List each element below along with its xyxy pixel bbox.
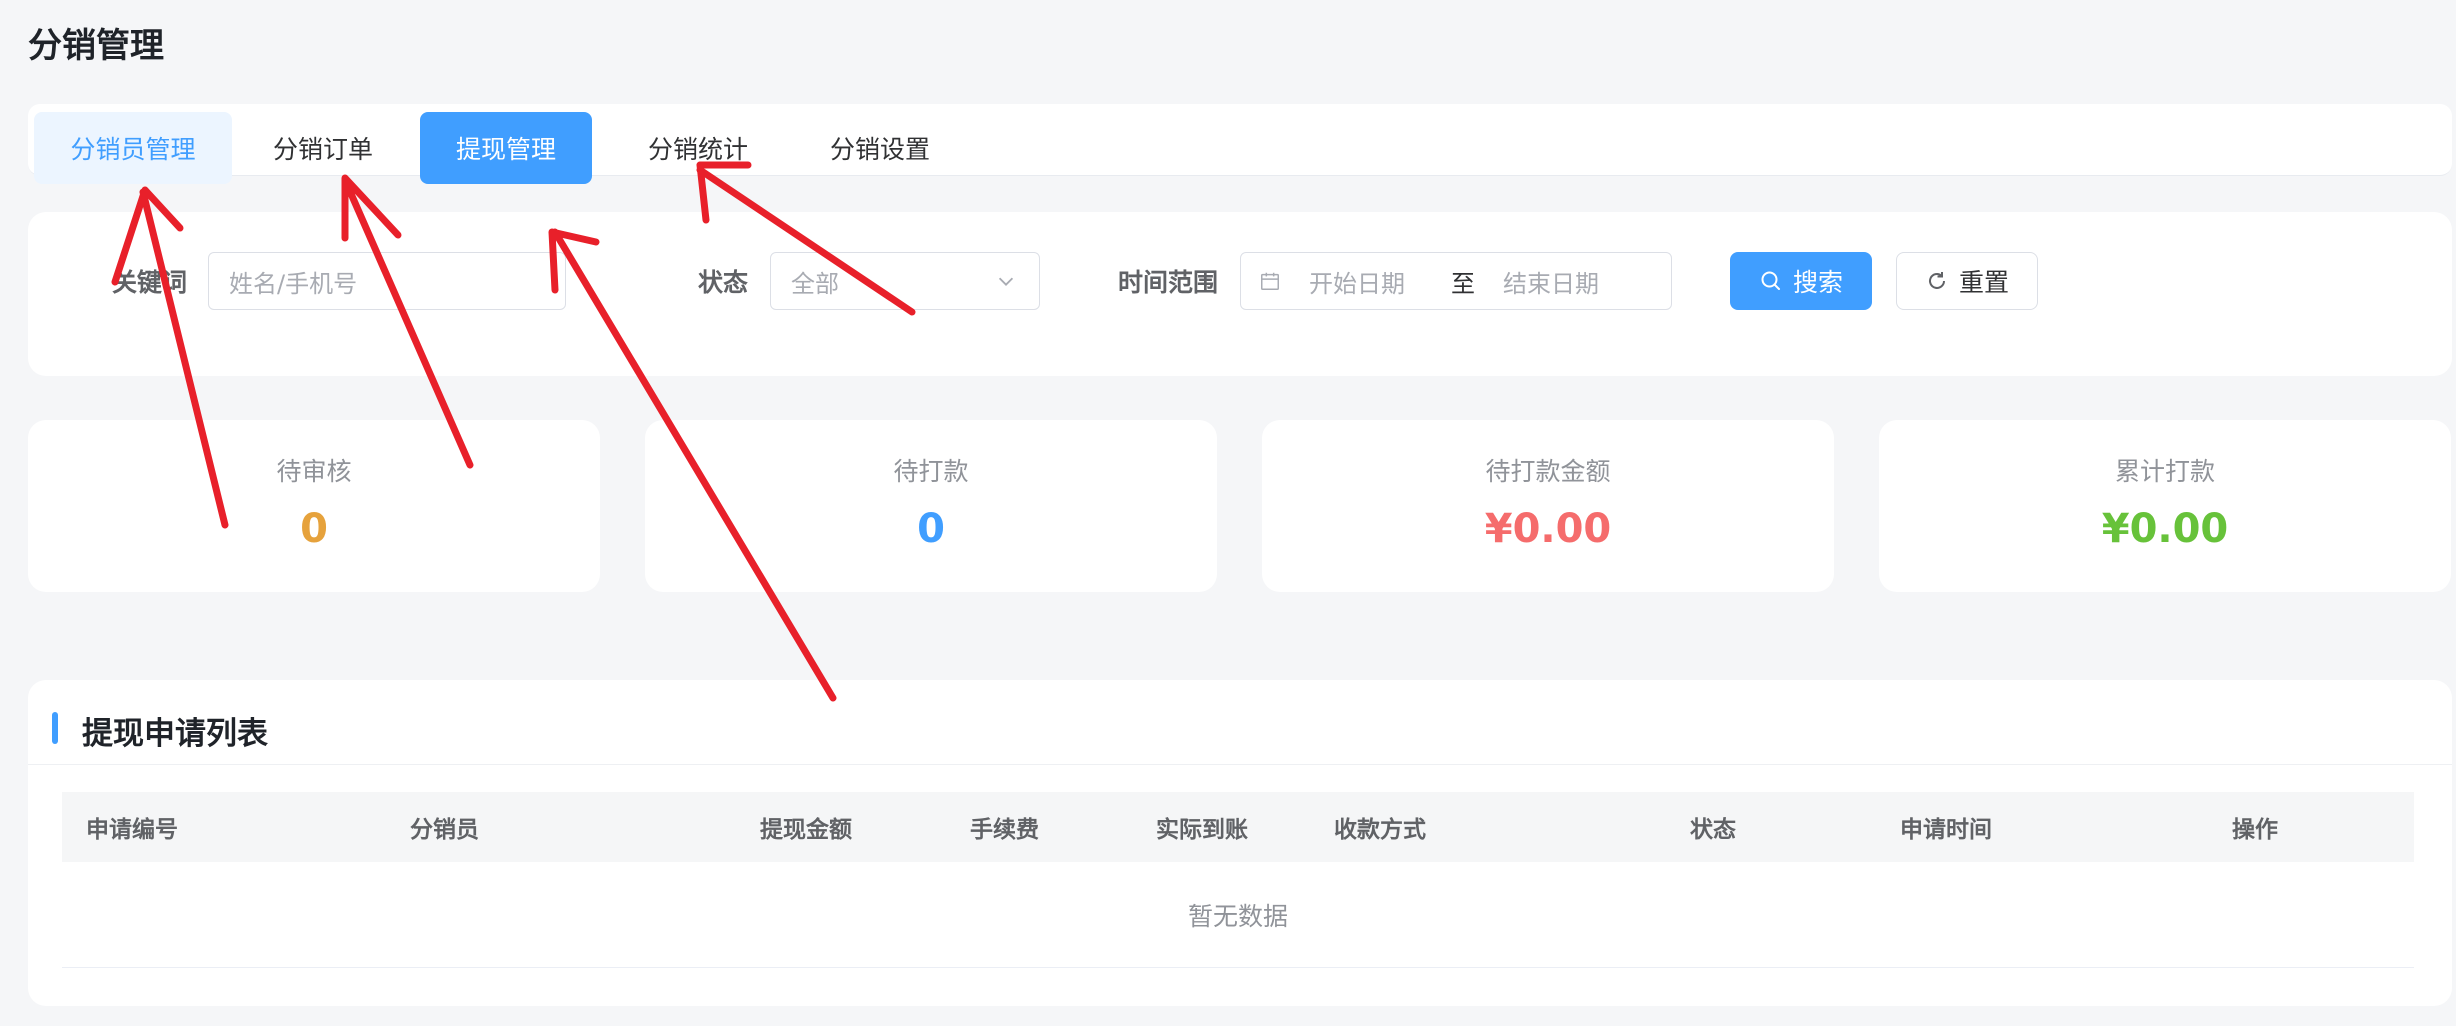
stat-card-pending-payment: 待打款 0 (645, 420, 1217, 592)
search-button-label: 搜索 (1792, 268, 1843, 297)
column-header-payment-method: 收款方式 (1334, 817, 1426, 843)
search-icon (1761, 271, 1780, 290)
stat-value: 0 (300, 506, 328, 552)
search-button[interactable]: 搜索 (1730, 252, 1872, 310)
empty-state: 暂无数据 (62, 862, 2414, 968)
reset-button[interactable]: 重置 (1896, 252, 2038, 310)
withdrawal-list-panel: 提现申请列表 申请编号 分销员 提现金额 手续费 实际到账 收款方式 状态 申请… (28, 680, 2452, 1006)
stat-card-total-paid: 累计打款 ¥0.00 (1879, 420, 2451, 592)
table-header: 申请编号 分销员 提现金额 手续费 实际到账 收款方式 状态 申请时间 操作 (62, 792, 2414, 862)
tab-withdrawal-management[interactable]: 提现管理 (420, 112, 592, 184)
status-select[interactable]: 全部 (770, 252, 1040, 310)
date-separator: 至 (1451, 269, 1475, 298)
stat-value: ¥0.00 (2101, 506, 2229, 552)
chevron-down-icon (998, 277, 1014, 286)
tab-distribution-statistics[interactable]: 分销统计 (618, 112, 778, 184)
stat-card-pending-review: 待审核 0 (28, 420, 600, 592)
column-header-application-id: 申请编号 (86, 817, 178, 843)
column-header-withdraw-amount: 提现金额 (760, 817, 852, 843)
filter-panel: 关键词 姓名/手机号 状态 全部 时间范围 开始日期 至 结束日期 搜索 重置 (28, 212, 2452, 376)
calendar-icon (1261, 272, 1279, 290)
tab-distribution-orders[interactable]: 分销订单 (250, 112, 396, 184)
column-header-fee: 手续费 (970, 817, 1039, 843)
keyword-placeholder: 姓名/手机号 (229, 269, 358, 298)
keyword-input[interactable]: 姓名/手机号 (208, 252, 566, 310)
column-header-actions: 操作 (2232, 817, 2278, 843)
section-divider (28, 764, 2452, 765)
stat-value: 0 (917, 506, 945, 552)
stat-value: ¥0.00 (1484, 506, 1612, 552)
column-header-apply-time: 申请时间 (1900, 817, 1992, 843)
status-label: 状态 (698, 268, 749, 297)
tab-distributor-management[interactable]: 分销员管理 (34, 112, 232, 184)
stat-label: 累计打款 (2114, 457, 2215, 486)
column-header-actual-received: 实际到账 (1156, 817, 1248, 843)
time-range-label: 时间范围 (1118, 268, 1219, 297)
section-accent-bar (52, 712, 58, 744)
column-header-distributor: 分销员 (410, 817, 479, 843)
keyword-label: 关键词 (112, 268, 188, 297)
status-selected-value: 全部 (791, 269, 839, 298)
stat-label: 待打款金额 (1485, 457, 1611, 486)
stat-label: 待打款 (893, 457, 969, 486)
tab-distribution-settings[interactable]: 分销设置 (800, 112, 960, 184)
end-date-placeholder: 结束日期 (1503, 269, 1599, 298)
tabs-bar: 分销员管理 分销订单 提现管理 分销统计 分销设置 (28, 104, 2452, 184)
date-range-picker[interactable]: 开始日期 至 结束日期 (1240, 252, 1672, 310)
stat-label: 待审核 (276, 457, 352, 486)
refresh-icon (1929, 272, 1945, 289)
start-date-placeholder: 开始日期 (1309, 269, 1405, 298)
section-title: 提现申请列表 (82, 716, 268, 752)
reset-button-label: 重置 (1958, 268, 2009, 297)
column-header-status: 状态 (1690, 817, 1736, 843)
stat-card-pending-amount: 待打款金额 ¥0.00 (1262, 420, 1834, 592)
page-title: 分销管理 (28, 26, 164, 66)
